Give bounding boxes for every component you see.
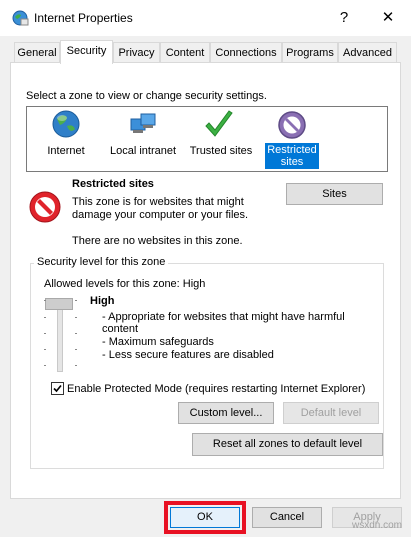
level-bullet-3: - Less secure features are disabled (102, 349, 274, 361)
zone-status: There are no websites in this zone. (72, 235, 243, 247)
zone-label-restricted-sites: Restricted sites (265, 143, 319, 169)
default-level-button[interactable]: Default level (283, 402, 379, 424)
intranet-icon (130, 113, 156, 133)
help-button[interactable]: ? (324, 6, 364, 30)
checkmark-icon (205, 110, 233, 137)
level-bullet-1-cont: content (102, 323, 139, 335)
zone-title: Restricted sites (72, 178, 154, 190)
watermark: wsxdn.com (352, 520, 403, 531)
reset-all-zones-button[interactable]: Reset all zones to default level (192, 433, 383, 456)
window-title: Internet Properties (34, 11, 133, 25)
zone-description-line2: damage your computer or your files. (72, 209, 249, 221)
globe-icon (52, 110, 80, 138)
security-level-slider[interactable] (42, 296, 78, 372)
internet-properties-icon (12, 10, 29, 26)
restricted-zone-icon (29, 191, 61, 223)
zone-prompt: Select a zone to view or change security… (26, 90, 267, 102)
protected-mode-label[interactable]: Enable Protected Mode (requires restarti… (67, 383, 365, 395)
tab-security[interactable]: Security (60, 40, 113, 64)
allowed-levels-text: Allowed levels for this zone: High (44, 278, 206, 290)
tab-connections[interactable]: Connections (210, 42, 282, 62)
zone-item-internet[interactable]: Internet (27, 107, 105, 171)
security-level-group-title: Security level for this zone (34, 256, 169, 268)
restricted-icon (278, 111, 306, 139)
level-bullet-2: - Maximum safeguards (102, 336, 214, 348)
sites-button[interactable]: Sites (286, 183, 383, 205)
zone-item-trusted-sites[interactable]: Trusted sites (181, 107, 261, 171)
level-bullet-1: - Appropriate for websites that might ha… (102, 311, 345, 323)
zone-item-restricted-sites[interactable]: Restricted sites (263, 107, 333, 171)
zone-label-trusted-sites: Trusted sites (189, 145, 253, 157)
tab-content[interactable]: Content (160, 42, 210, 62)
zone-label-internet: Internet (47, 145, 85, 157)
tab-privacy[interactable]: Privacy (113, 42, 160, 62)
zone-label-restricted-line2: sites (280, 156, 304, 168)
zone-description-line1: This zone is for websites that might (72, 196, 244, 208)
zone-label-local-intranet: Local intranet (109, 145, 177, 157)
checkbox-check-icon (53, 384, 62, 393)
security-level-name: High (90, 295, 115, 307)
zone-item-local-intranet[interactable]: Local intranet (103, 107, 183, 171)
protected-mode-checkbox[interactable] (51, 382, 64, 395)
ok-button[interactable]: OK (170, 507, 240, 528)
zone-label-restricted-line1: Restricted (267, 144, 317, 156)
zone-list: Internet Local intranet Trusted sites Re… (26, 106, 388, 172)
tab-general[interactable]: General (14, 42, 60, 62)
tab-programs[interactable]: Programs (282, 42, 338, 62)
tab-advanced[interactable]: Advanced (338, 42, 397, 62)
close-button[interactable]: ✕ (368, 6, 408, 30)
slider-thumb[interactable] (45, 298, 73, 310)
custom-level-button[interactable]: Custom level... (178, 402, 274, 424)
cancel-button[interactable]: Cancel (252, 507, 322, 528)
